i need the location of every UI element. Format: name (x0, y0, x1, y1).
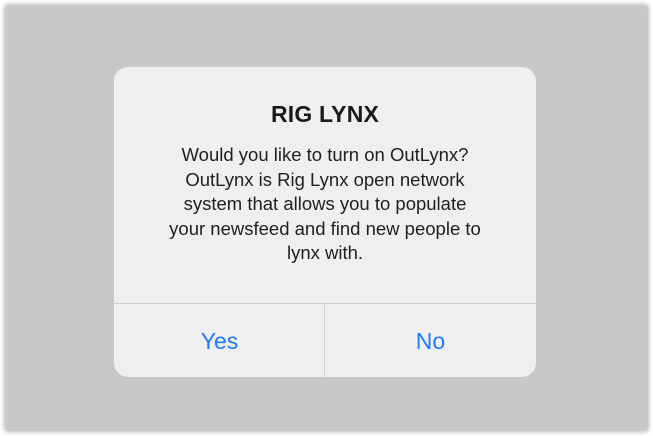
alert-body: RIG LYNX Would you like to turn on OutLy… (114, 67, 536, 303)
alert-message-line: your newsfeed and find new people to (169, 217, 481, 239)
alert-message-line: system that allows you to populate (183, 193, 467, 214)
alert-title: RIG LYNX (270, 101, 380, 127)
alert-message: Would you like to turn on OutLynx? OutLy… (144, 143, 506, 266)
alert-dialog: RIG LYNX Would you like to turn on OutLy… (114, 67, 536, 377)
alert-message-line: Would you like to turn on OutLynx? (181, 144, 469, 165)
alert-message-line: lynx with. (286, 242, 364, 263)
no-button[interactable]: No (325, 304, 536, 377)
dimmed-screen-backdrop: RIG LYNX Would you like to turn on OutLy… (6, 6, 647, 430)
alert-message-line: OutLynx is Rig Lynx open network (185, 168, 465, 190)
yes-button[interactable]: Yes (114, 304, 325, 377)
alert-actions: Yes No (114, 303, 536, 377)
